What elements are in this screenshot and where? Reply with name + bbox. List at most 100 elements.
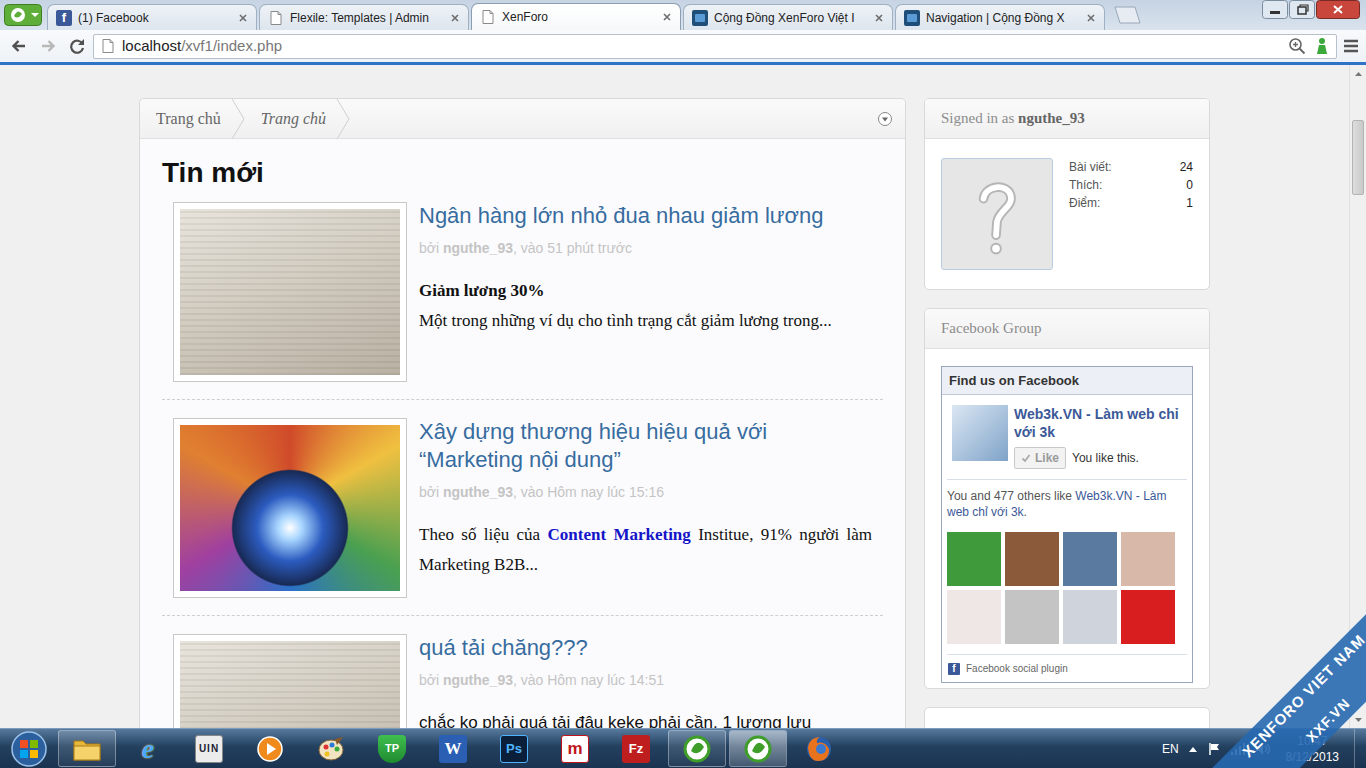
forward-arrow-icon bbox=[38, 36, 58, 56]
article-thumbnail[interactable] bbox=[173, 202, 407, 382]
taskbar-button[interactable] bbox=[58, 730, 116, 767]
fan-photo[interactable] bbox=[1121, 590, 1175, 644]
facebook-logo-icon: f bbox=[948, 663, 960, 675]
taskbar-button[interactable] bbox=[302, 730, 360, 767]
article-title[interactable]: quá tải chăng??? bbox=[419, 634, 872, 662]
article-row: Ngân hàng lớn nhỏ đua nhau giảm lươngbởi… bbox=[162, 202, 883, 400]
article-title[interactable]: Ngân hàng lớn nhỏ đua nhau giảm lương bbox=[419, 202, 872, 230]
excerpt-text: Một trong những ví dụ cho tình trạng cắt… bbox=[419, 311, 832, 330]
forward-button bbox=[35, 33, 61, 59]
close-tab-icon[interactable] bbox=[449, 12, 461, 24]
article-title[interactable]: Xây dựng thương hiệu hiệu quả với “Marke… bbox=[419, 418, 872, 474]
network-icon[interactable] bbox=[1230, 742, 1246, 756]
page-photo[interactable] bbox=[952, 405, 1008, 461]
breadcrumb-bar: Trang chủ Trang chủ bbox=[140, 99, 905, 139]
taskbar-button[interactable]: m bbox=[546, 730, 604, 767]
page-name[interactable]: Web3k.VN - Làm web chỉ với 3k bbox=[1014, 405, 1182, 441]
taskbar-button[interactable]: W bbox=[424, 730, 482, 767]
tab-title[interactable]: XenForo bbox=[502, 8, 655, 26]
plugin-footer: Facebook social plugin bbox=[966, 662, 1068, 675]
scroll-offset bbox=[1350, 82, 1366, 120]
url-path[interactable]: /xvf1/index.php bbox=[181, 37, 282, 54]
taskbar-button[interactable]: e bbox=[119, 730, 177, 767]
close-window-icon[interactable] bbox=[1316, 0, 1360, 19]
language-indicator[interactable]: EN bbox=[1162, 740, 1179, 758]
watermark-text: XENFORO VIET NAM bbox=[1239, 631, 1366, 761]
close-tab-icon[interactable] bbox=[661, 11, 673, 23]
fan-photo[interactable] bbox=[947, 532, 1001, 586]
browser-menu-button[interactable] bbox=[3, 3, 43, 27]
avatar[interactable] bbox=[941, 158, 1053, 270]
close-tab-icon[interactable] bbox=[1085, 12, 1097, 24]
action-center-icon[interactable] bbox=[1207, 742, 1221, 756]
taskbar-button[interactable]: TP bbox=[363, 730, 421, 767]
browser-tab[interactable]: Cộng Đồng XenForo Việt I bbox=[683, 4, 893, 30]
fan-photo[interactable] bbox=[1005, 532, 1059, 586]
ie-app-icon: e bbox=[132, 733, 164, 765]
browser-tab[interactable]: XenForo bbox=[471, 3, 681, 30]
taskbar-button[interactable] bbox=[241, 730, 299, 767]
zoom-icon[interactable] bbox=[1288, 37, 1306, 55]
new-tab-button[interactable] bbox=[1111, 6, 1141, 24]
taskbar-button[interactable] bbox=[790, 730, 848, 767]
app-icon-letters: TP bbox=[378, 735, 406, 763]
fan-photo[interactable] bbox=[1063, 532, 1117, 586]
breadcrumb-item[interactable]: Trang chủ bbox=[140, 107, 231, 131]
clock[interactable]: 10:478/12/2013 bbox=[1280, 733, 1345, 765]
restore-icon[interactable] bbox=[1289, 0, 1315, 19]
article-author[interactable]: nguthe_93 bbox=[443, 672, 513, 688]
username[interactable]: nguthe_93 bbox=[1018, 107, 1085, 130]
close-tab-icon[interactable] bbox=[237, 12, 249, 24]
taskbar-button[interactable] bbox=[668, 730, 726, 767]
browser-tab[interactable]: Navigation | Cộng Đồng X bbox=[895, 4, 1105, 30]
scroll-down-icon[interactable] bbox=[1350, 711, 1366, 728]
fan-photo[interactable] bbox=[1005, 590, 1059, 644]
minimize-icon[interactable] bbox=[1262, 0, 1288, 19]
article-row: Xây dựng thương hiệu hiệu quả với “Marke… bbox=[162, 400, 883, 616]
article-thumbnail[interactable] bbox=[173, 418, 407, 598]
coccoc-app-icon bbox=[742, 733, 774, 765]
fan-photo[interactable] bbox=[1121, 532, 1175, 586]
reload-button[interactable] bbox=[64, 33, 90, 59]
app-icon-letters: W bbox=[439, 735, 467, 763]
address-bar[interactable]: localhost/xvf1/index.php bbox=[93, 34, 1337, 59]
excerpt-link[interactable]: Content Marketing bbox=[547, 525, 690, 544]
windows-start-icon[interactable] bbox=[10, 730, 48, 768]
fan-photo[interactable] bbox=[947, 590, 1001, 644]
article-author[interactable]: nguthe_93 bbox=[443, 484, 513, 500]
fan-photo[interactable] bbox=[1063, 590, 1117, 644]
article-thumbnail[interactable] bbox=[173, 634, 407, 728]
collapse-arrow-icon[interactable] bbox=[877, 111, 893, 127]
article-author[interactable]: nguthe_93 bbox=[443, 240, 513, 256]
tab-title[interactable]: (1) Facebook bbox=[78, 9, 231, 27]
tab-title[interactable]: Flexile: Templates | Admin bbox=[290, 9, 443, 27]
page-favicon-icon bbox=[268, 10, 284, 26]
scrollbar bbox=[1349, 65, 1366, 728]
browser-tab[interactable]: f(1) Facebook bbox=[47, 4, 257, 30]
back-button[interactable] bbox=[6, 33, 32, 59]
check-icon bbox=[1021, 453, 1031, 463]
taskbar-button[interactable]: Fz bbox=[607, 730, 665, 767]
watermark-ribbon: XENFORO VIET NAMXXF.VN bbox=[1188, 580, 1366, 768]
page-icon bbox=[100, 38, 116, 54]
show-desktop-button[interactable] bbox=[1354, 729, 1366, 768]
like-button[interactable]: Like bbox=[1014, 447, 1066, 469]
show-hidden-icon[interactable] bbox=[1188, 745, 1198, 753]
url-host[interactable]: localhost bbox=[122, 37, 181, 54]
watermark-site: XXF.VN bbox=[1303, 695, 1354, 746]
browser-tab[interactable]: Flexile: Templates | Admin bbox=[259, 4, 469, 30]
taskbar-button[interactable]: UIN bbox=[180, 730, 238, 767]
shield-app-icon: TP bbox=[376, 733, 408, 765]
volume-icon[interactable] bbox=[1255, 742, 1271, 756]
close-tab-icon[interactable] bbox=[873, 12, 885, 24]
breadcrumb-item[interactable]: Trang chủ bbox=[245, 107, 336, 131]
scrollbar-thumb[interactable] bbox=[1352, 120, 1364, 195]
tab-title[interactable]: Cộng Đồng XenForo Việt I bbox=[714, 9, 867, 27]
start-button[interactable] bbox=[4, 729, 54, 768]
extension-person-icon[interactable] bbox=[1314, 37, 1330, 55]
scroll-up-icon[interactable] bbox=[1350, 65, 1366, 82]
taskbar-button[interactable] bbox=[729, 730, 787, 767]
chrome-menu-icon[interactable] bbox=[1340, 33, 1362, 59]
taskbar-button[interactable]: Ps bbox=[485, 730, 543, 767]
tab-title[interactable]: Navigation | Cộng Đồng X bbox=[926, 9, 1079, 27]
